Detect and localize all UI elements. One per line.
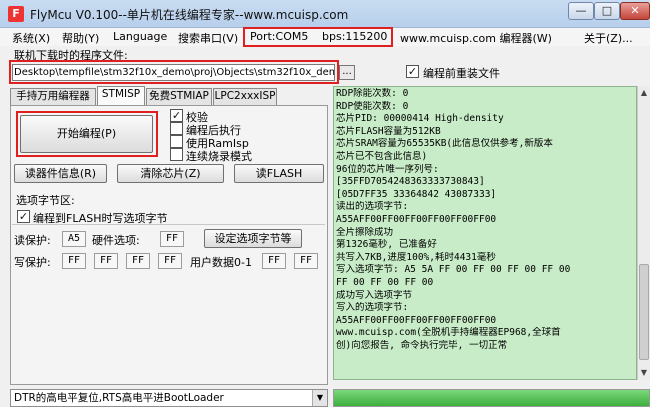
write-protect-field[interactable]: FF	[62, 253, 86, 269]
continuous-burn-label: 连续烧录模式	[186, 150, 252, 163]
log-line: RDP除能次数: 0	[336, 88, 409, 99]
chevron-down-icon[interactable]: ▼	[312, 390, 327, 406]
progress-bar	[333, 389, 650, 407]
path-highlight-box	[9, 60, 339, 84]
menu-system[interactable]: 系统(X)	[12, 30, 50, 46]
read-protect-field[interactable]: A5	[62, 231, 86, 247]
window-title: FlyMcu V0.100--单片机在线编程专家--www.mcuisp.com	[30, 8, 349, 22]
tab-stmisp[interactable]: STMISP	[97, 86, 145, 105]
log-line: 创)向您报告, 命令执行完毕, 一切正常	[336, 339, 508, 351]
log-line: A55AFF00FF00FF00FF00FF00FF00	[336, 314, 497, 326]
log-line: 写入的选项字节:	[336, 302, 409, 314]
log-line: 全片擦除成功	[336, 226, 394, 238]
maximize-button[interactable]: □	[594, 2, 620, 20]
scroll-up-icon[interactable]: ▲	[638, 86, 650, 99]
log-line: www.mcuisp.com(全脱机手持编程器EP968,全球首	[336, 327, 561, 339]
user-data-field[interactable]: FF	[262, 253, 286, 269]
option-bytes-title: 选项字节区:	[16, 194, 75, 207]
write-protect-field[interactable]: FF	[94, 253, 118, 269]
scroll-thumb[interactable]	[639, 264, 649, 360]
reload-before-program-label: 编程前重装文件	[423, 67, 500, 80]
user-data-field[interactable]: FF	[294, 253, 318, 269]
browse-button[interactable]: ...	[339, 65, 355, 80]
verify-checkbox[interactable]: ✓	[170, 109, 183, 122]
tab-free-stmiap[interactable]: 免费STMIAP	[146, 88, 212, 105]
log-line: 芯片PID: 00000414 High-density	[336, 113, 504, 125]
reset-mode-select[interactable]: DTR的高电平复位,RTS高电平进BootLoader	[10, 389, 328, 407]
set-option-bytes-button[interactable]: 设定选项字节等	[204, 229, 302, 248]
log-line: 成功写入选项字节	[336, 289, 413, 301]
scroll-down-icon[interactable]: ▼	[638, 366, 650, 379]
close-button[interactable]: ✕	[620, 2, 650, 20]
menu-language[interactable]: Language	[113, 30, 167, 43]
menu-about[interactable]: 关于(Z)...	[584, 30, 633, 46]
read-flash-button[interactable]: 读FLASH	[234, 164, 324, 183]
tab-handheld-programmer[interactable]: 手持万用编程器	[10, 88, 96, 105]
log-line: RDP使能次数: 0	[336, 100, 409, 112]
use-ramisp-checkbox[interactable]	[170, 135, 183, 148]
write-option-bytes-checkbox[interactable]: ✓	[17, 210, 30, 223]
log-line: 写入选项字节: A5 5A FF 00 FF 00 FF 00 FF 00	[336, 264, 571, 276]
read-protect-label: 读保护:	[14, 234, 51, 247]
log-scrollbar[interactable]: ▲ ▼	[637, 86, 650, 380]
log-line: [35FFD7054248363333730843]	[336, 176, 485, 188]
write-protect-label: 写保护:	[14, 256, 51, 269]
minimize-button[interactable]: —	[568, 2, 594, 20]
continuous-burn-checkbox[interactable]	[170, 148, 183, 161]
reload-before-program-checkbox[interactable]: ✓	[406, 65, 419, 78]
write-option-bytes-label: 编程到FLASH时写选项字节	[33, 212, 168, 225]
log-line: 读出的选项字节:	[336, 201, 409, 213]
menu-programmer[interactable]: www.mcuisp.com 编程器(W)	[400, 30, 552, 46]
tab-lpc2xxxisp[interactable]: LPC2xxxISP	[213, 88, 277, 105]
port-highlight-box	[243, 27, 393, 47]
log-line: 芯片SRAM容量为65535KB(此信息仅供参考,新版本	[336, 138, 553, 150]
log-line: 共写入7KB,进度100%,耗时4431毫秒	[336, 251, 496, 263]
menu-help[interactable]: 帮助(Y)	[62, 30, 99, 46]
output-log[interactable]: RDP除能次数: 0 RDP使能次数: 0 芯片PID: 00000414 High…	[333, 86, 637, 380]
write-protect-field[interactable]: FF	[158, 253, 182, 269]
run-after-program-checkbox[interactable]	[170, 122, 183, 135]
log-line: 芯片已不包含此信息)	[336, 150, 428, 162]
menu-search-port[interactable]: 搜索串口(V)	[178, 30, 238, 46]
read-device-info-button[interactable]: 读器件信息(R)	[14, 164, 107, 183]
start-button-highlight-box	[16, 111, 158, 157]
title-bar: F FlyMcu V0.100--单片机在线编程专家--www.mcuisp.c…	[0, 0, 650, 28]
erase-chip-button[interactable]: 清除芯片(Z)	[117, 164, 224, 183]
log-line: A55AFF00FF00FF00FF00FF00FF00	[336, 213, 497, 225]
user-data-label: 用户数据0-1	[190, 256, 252, 269]
log-line: 芯片FLASH容量为512KB	[336, 125, 441, 137]
progress-fill	[334, 390, 649, 406]
app-icon: F	[8, 6, 24, 22]
log-line: 第1326毫秒, 已准备好	[336, 239, 437, 251]
log-line: [05D7FF35 33364842 43087333]	[336, 188, 497, 200]
hardware-option-label: 硬件选项:	[92, 234, 140, 247]
log-line: 96位的芯片唯一序列号:	[336, 163, 439, 175]
write-protect-field[interactable]: FF	[126, 253, 150, 269]
hardware-option-field[interactable]: FF	[160, 231, 184, 247]
log-line: FF 00 FF 00 FF 00	[336, 276, 434, 288]
